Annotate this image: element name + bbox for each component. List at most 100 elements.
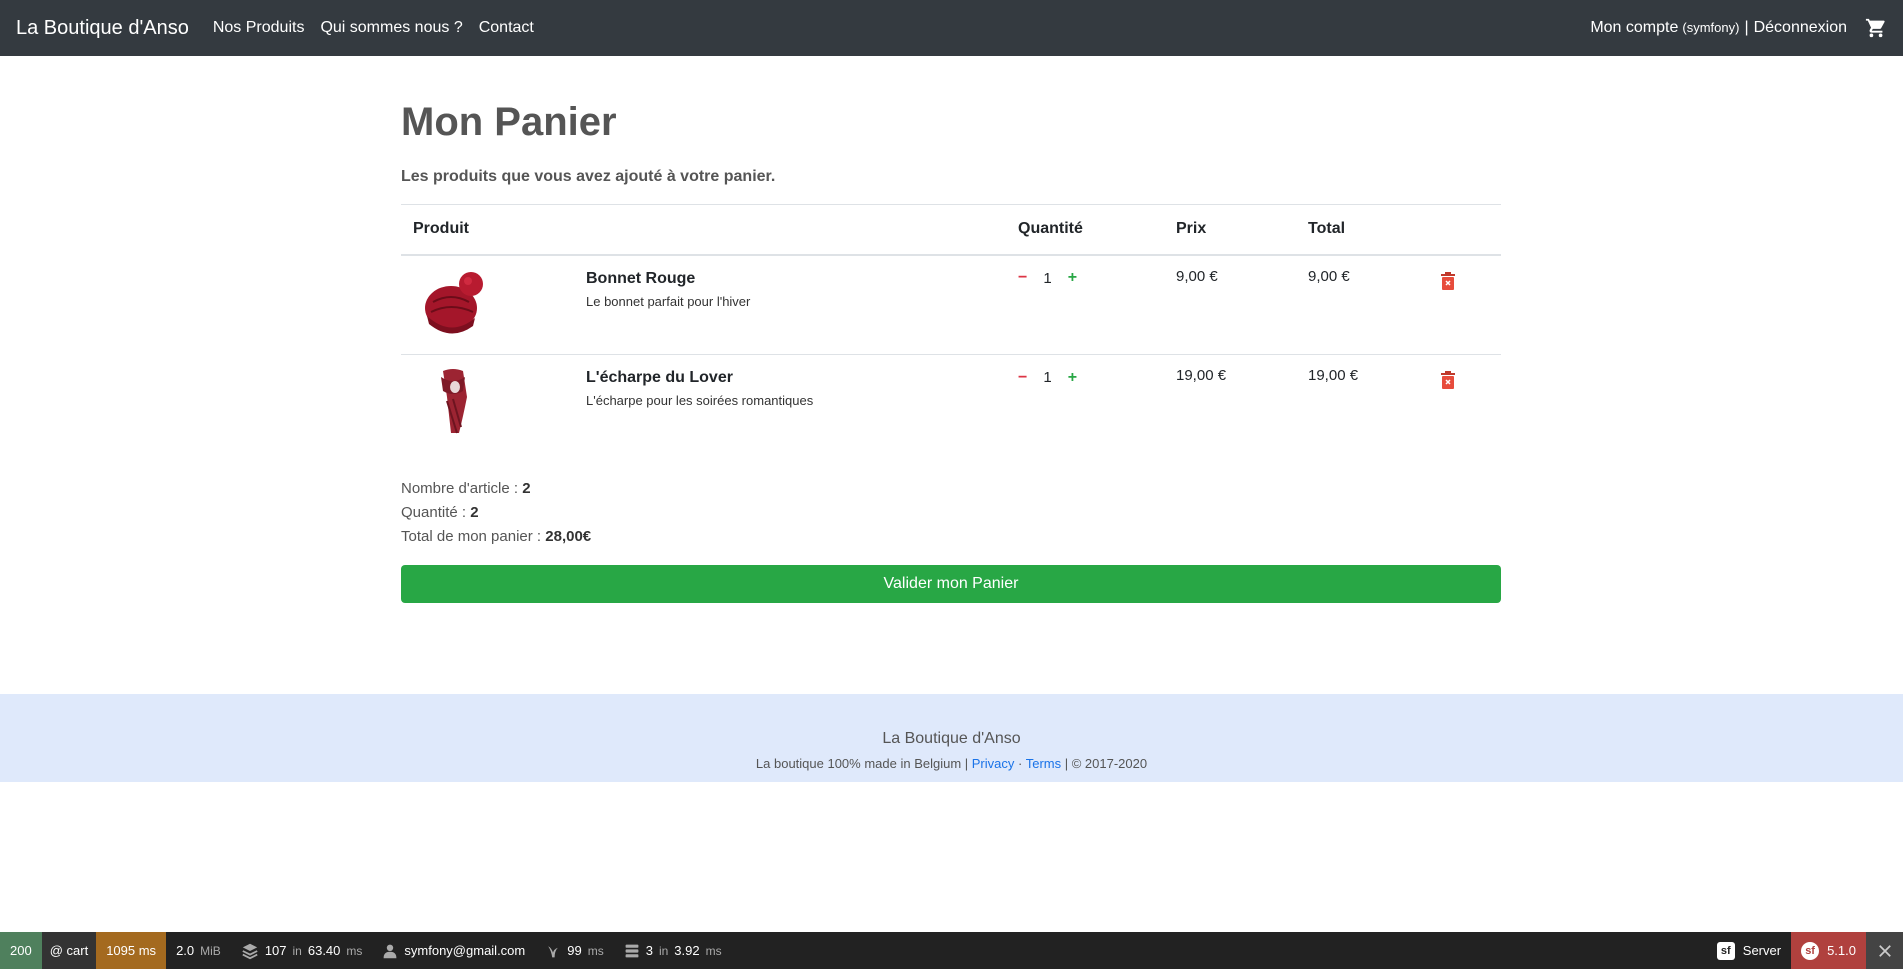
header-product: Produit [401, 204, 574, 256]
account-label: Mon compte [1590, 19, 1679, 36]
footer-title: La Boutique d'Anso [882, 730, 1021, 747]
summary-total-value: 28,00€ [545, 527, 592, 545]
quantity-cell: − 1 + [1006, 255, 1164, 355]
product-name: L'écharpe du Lover [586, 369, 733, 386]
product-image-cell [401, 354, 574, 455]
version-label: 5.1.0 [1827, 943, 1856, 958]
summary-articles-label: Nombre d'article : [401, 479, 523, 497]
time-badge[interactable]: 1095 ms [96, 932, 167, 969]
actions-cell [1428, 255, 1501, 355]
twig-item[interactable]: 99 ms [535, 932, 613, 969]
page-subtitle: Les produits que vous avez ajouté à votr… [401, 168, 776, 185]
terms-link[interactable]: Terms [1026, 756, 1061, 771]
delete-icon[interactable] [1440, 271, 1456, 290]
user-item[interactable]: symfony@gmail.com [372, 932, 535, 969]
symfony-logo-icon: sf [1801, 941, 1820, 960]
twig-icon [548, 945, 559, 957]
table-row: L'écharpe du Lover L'écharpe pour les so… [401, 354, 1501, 455]
database-icon [242, 943, 258, 959]
quantity-value: 1 [1043, 369, 1052, 386]
page-title: Mon Panier [401, 100, 617, 144]
route-badge[interactable]: @ cart [41, 932, 97, 969]
debug-toolbar: 200 @ cart 1095 ms 2.0 MiB 107 in 63.40 ms s… [0, 932, 1903, 969]
delete-icon[interactable] [1440, 371, 1456, 389]
product-image-bonnet [425, 271, 483, 334]
brand-link[interactable]: La Boutique d'Anso [16, 17, 189, 40]
header-price: Prix [1164, 204, 1296, 256]
cart-page: Mon Panier Les produits que vous avez aj… [401, 56, 1501, 603]
db-queries: 107 [264, 943, 287, 958]
summary-quantity-value: 2 [470, 503, 479, 521]
nav-link-contact[interactable]: Contact [479, 19, 534, 37]
cache-icon [625, 944, 639, 957]
footer-copyright: | © 2017-2020 [1061, 756, 1148, 771]
header-spacer [574, 204, 1006, 256]
account-username: (symfony) [1682, 20, 1740, 35]
cache-time: 3.92 [674, 943, 700, 958]
summary-articles-value: 2 [522, 479, 531, 497]
price-cell: 19,00 € [1164, 354, 1296, 455]
user-icon [384, 944, 397, 958]
server-label: Server [1742, 943, 1782, 958]
server-item[interactable]: sf Server [1707, 932, 1791, 969]
footer-line: La boutique 100% made in Belgium | Priva… [0, 756, 1903, 771]
header-actions [1428, 204, 1501, 256]
decrease-quantity-button[interactable]: − [1018, 369, 1027, 386]
summary-quantity-label: Quantité : [401, 503, 471, 521]
product-description: L'écharpe pour les soirées romantiques [586, 393, 814, 408]
increase-quantity-button[interactable]: + [1068, 270, 1077, 286]
cache-calls: 3 [645, 943, 653, 958]
twig-time: 99 [567, 943, 582, 958]
db-in: in [292, 943, 302, 958]
cart-summary: Nombre d'article : 2 Quantité : 2 Total … [401, 477, 1501, 549]
validate-cart-button[interactable]: Valider mon Panier [401, 564, 1501, 603]
nav-link-about[interactable]: Qui sommes nous ? [320, 19, 462, 37]
cache-unit: ms [705, 943, 722, 958]
header-total: Total [1296, 204, 1428, 256]
nav-account-area: Mon compte (symfony) | Déconnexion [1590, 17, 1887, 39]
status-badge[interactable]: 200 [0, 932, 42, 969]
cart-icon[interactable] [1865, 17, 1887, 39]
db-time: 63.40 [307, 943, 341, 958]
db-unit: ms [346, 943, 363, 958]
actions-cell [1428, 354, 1501, 455]
table-row: Bonnet Rouge Le bonnet parfait pour l'hi… [401, 255, 1501, 355]
logout-link[interactable]: Déconnexion [1754, 19, 1847, 37]
total-cell: 19,00 € [1296, 354, 1428, 455]
quantity-value: 1 [1043, 269, 1052, 287]
summary-total: Total de mon panier : 28,00€ [401, 525, 1501, 549]
product-image-cell [401, 255, 574, 355]
nav-link-products[interactable]: Nos Produits [213, 19, 305, 37]
increase-quantity-button[interactable]: + [1068, 369, 1077, 386]
version-item[interactable]: sf 5.1.0 [1791, 932, 1866, 969]
product-name: Bonnet Rouge [586, 269, 696, 287]
price-cell: 9,00 € [1176, 267, 1218, 285]
cart-table-header: Produit Quantité Prix Total [401, 204, 1501, 256]
navbar: La Boutique d'Anso Nos Produits Qui somm… [0, 0, 1903, 56]
memory-item[interactable]: 2.0 MiB [166, 932, 231, 969]
footer: La Boutique d'Anso La boutique 100% made… [0, 694, 1903, 782]
cache-in: in [658, 943, 669, 958]
memory-value: 2.0 [176, 943, 195, 958]
cache-item[interactable]: 3 in 3.92 ms [614, 932, 732, 969]
close-toolbar-icon[interactable] [1866, 932, 1903, 969]
memory-unit: MiB [200, 943, 221, 958]
database-item[interactable]: 107 in 63.40 ms [231, 932, 373, 969]
header-quantity: Quantité [1006, 204, 1164, 256]
quantity-stepper: − 1 + [1018, 270, 1152, 287]
quantity-stepper: − 1 + [1018, 369, 1152, 386]
cart-table: Produit Quantité Prix Total Bonnet Rouge… [401, 204, 1501, 455]
user-email: symfony@gmail.com [404, 943, 526, 958]
total-cell: 9,00 € [1308, 267, 1350, 285]
footer-text: La boutique 100% made in Belgium | [755, 756, 972, 771]
twig-unit: ms [587, 943, 604, 958]
product-info-cell: Bonnet Rouge Le bonnet parfait pour l'hi… [574, 255, 1006, 355]
account-link[interactable]: Mon compte (symfony) [1590, 19, 1739, 37]
quantity-cell: − 1 + [1006, 354, 1164, 455]
decrease-quantity-button[interactable]: − [1018, 270, 1027, 286]
summary-articles: Nombre d'article : 2 [401, 477, 1501, 501]
product-image-scarf [441, 369, 467, 434]
privacy-link[interactable]: Privacy [972, 756, 1015, 771]
summary-quantity: Quantité : 2 [401, 501, 1501, 525]
toolbar-right: sf Server sf 5.1.0 [1707, 932, 1903, 969]
